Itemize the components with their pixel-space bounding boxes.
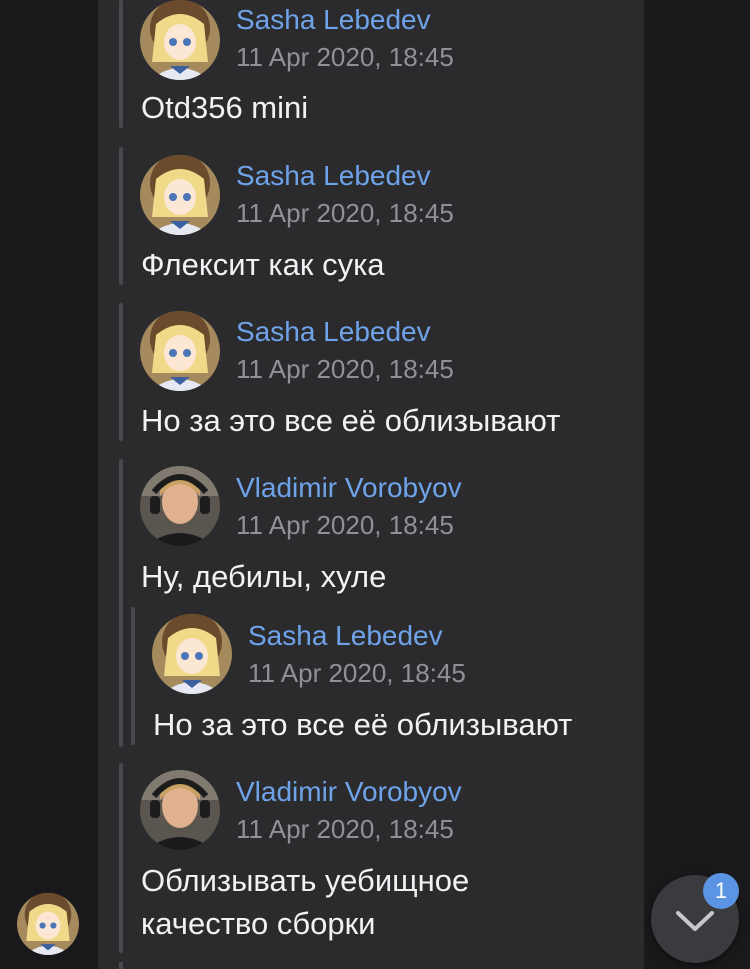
next-forward-bar: [119, 962, 123, 969]
message-time: 11 Apr 2020, 18:45: [236, 510, 454, 540]
anime-girl-avatar[interactable]: [152, 614, 232, 694]
author-name[interactable]: Vladimir Vorobyov: [236, 775, 462, 809]
forward-bar: [119, 303, 123, 441]
author-name[interactable]: Sasha Lebedev: [236, 159, 431, 193]
anime-girl-avatar[interactable]: [140, 311, 220, 391]
forward-bar: [119, 0, 123, 128]
forward-bar: [119, 763, 123, 953]
sender-avatar[interactable]: [17, 893, 79, 955]
anime-girl-avatar[interactable]: [140, 0, 220, 80]
author-name[interactable]: Sasha Lebedev: [236, 315, 431, 349]
anime-girl-avatar[interactable]: [140, 155, 220, 235]
message-text: Ну, дебилы, хуле: [141, 559, 387, 594]
man-with-headphones-avatar[interactable]: [140, 770, 220, 850]
forward-bar: [119, 459, 123, 747]
message-text-line: Облизывать уебищное: [141, 863, 470, 898]
message-text: Otd356 mini: [141, 90, 309, 125]
message-time: 11 Apr 2020, 18:45: [248, 658, 466, 688]
message-time: 11 Apr 2020, 18:45: [236, 42, 454, 72]
message-time: 11 Apr 2020, 18:45: [236, 354, 454, 384]
author-name[interactable]: Vladimir Vorobyov: [236, 471, 462, 505]
forward-bar: [119, 147, 123, 285]
message-text-line: качество сборки: [141, 906, 376, 941]
message-text: Флексит как сука: [141, 247, 385, 282]
message-text: Но за это все её облизывают: [153, 707, 573, 742]
message-time: 11 Apr 2020, 18:45: [236, 198, 454, 228]
author-name[interactable]: Sasha Lebedev: [236, 3, 431, 37]
author-name[interactable]: Sasha Lebedev: [248, 619, 443, 653]
man-with-headphones-avatar[interactable]: [140, 466, 220, 546]
nested-forward-bar: [131, 607, 135, 745]
message-time: 11 Apr 2020, 18:45: [236, 814, 454, 844]
message-text: Но за это все её облизывают: [141, 403, 561, 438]
unread-count-badge: 1: [703, 873, 739, 909]
